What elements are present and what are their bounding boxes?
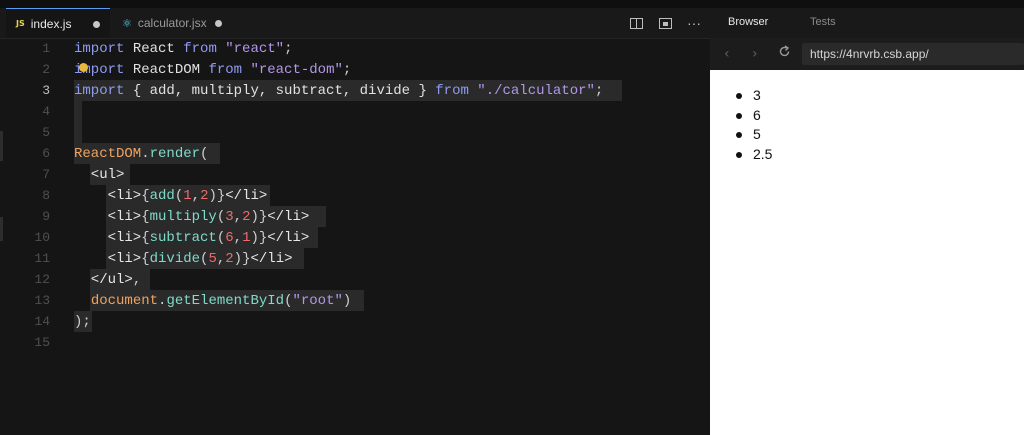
tab-index-js[interactable]: JS index.js [6,8,110,38]
split-editor-icon[interactable] [628,15,644,31]
list-item: 6 [736,106,772,126]
code-line-10: <li>{subtract(6,1)}</li> [74,230,310,246]
gutter-change-marker [0,131,3,161]
lightbulb-icon[interactable] [79,63,88,72]
more-actions-icon[interactable]: ··· [686,15,702,31]
back-arrow-icon[interactable]: ‹ [724,46,730,62]
list-item: 5 [736,125,772,145]
output-list: 3 6 5 2.5 [736,86,772,164]
tab-browser[interactable]: Browser [728,16,768,28]
editor-tab-bar: JS index.js ⚛ calculator.jsx ··· [0,8,710,39]
unsaved-dot-icon [93,21,100,28]
code-editor: JS index.js ⚛ calculator.jsx ··· 1 2 3 4… [0,8,710,435]
react-file-icon: ⚛ [122,16,132,30]
tab-label: calculator.jsx [137,16,207,30]
tab-calculator-jsx[interactable]: ⚛ calculator.jsx [112,8,232,38]
code-line-8: <li>{add(1,2)}</li> [74,188,268,204]
code-line-2: import ReactDOM from "react-dom"; [74,62,352,78]
url-input[interactable]: https://4nrvrb.csb.app/ [802,43,1024,65]
list-item: 3 [736,86,772,106]
gutter-change-marker [0,217,3,241]
line-number-current: 3 [42,83,50,98]
refresh-icon[interactable] [778,45,791,62]
window-top-strip [0,0,1024,8]
preview-pane: Browser Tests ‹ › https://4nrvrb.csb.app… [710,8,1024,435]
line-number: 15 [34,335,50,350]
line-number: 12 [34,272,50,287]
tab-label: index.js [30,16,72,31]
line-number: 4 [42,104,50,119]
preview-tab-bar: Browser Tests [710,8,1024,38]
tab-tests[interactable]: Tests [810,16,836,28]
line-number: 14 [34,314,50,329]
line-number: 8 [42,188,50,203]
code-line-3: import { add, multiply, subtract, divide… [74,83,604,99]
code-area[interactable]: 1 2 3 4 5 6 7 8 9 10 11 12 13 14 15 impo… [0,39,710,435]
code-line-11: <li>{divide(5,2)}</li> [74,251,293,267]
javascript-file-icon: JS [16,19,25,28]
code-line-12: </ul>, [74,272,142,288]
unsaved-dot-icon [215,20,222,27]
code-line-13: document.getElementById("root") [90,293,352,309]
code-line-7: <ul> [74,167,125,183]
line-number: 7 [42,167,50,182]
line-number: 5 [42,125,50,140]
code-line-1: import React from "react"; [74,41,293,57]
code-line-6: ReactDOM.render( [74,146,209,162]
line-number: 2 [42,62,50,77]
line-number: 11 [34,251,50,266]
line-number: 6 [42,146,50,161]
code-line-14: ); [74,314,91,330]
line-number: 10 [34,230,50,245]
line-number: 1 [42,41,50,56]
list-item: 2.5 [736,145,772,165]
code-line-9: <li>{multiply(3,2)}</li> [74,209,310,225]
address-bar: ‹ › https://4nrvrb.csb.app/ [710,38,1024,70]
preview-frame: 3 6 5 2.5 [710,70,1024,435]
forward-arrow-icon[interactable]: › [752,46,758,62]
open-preview-icon[interactable] [657,15,673,31]
line-number: 13 [34,293,50,308]
line-number: 9 [42,209,50,224]
